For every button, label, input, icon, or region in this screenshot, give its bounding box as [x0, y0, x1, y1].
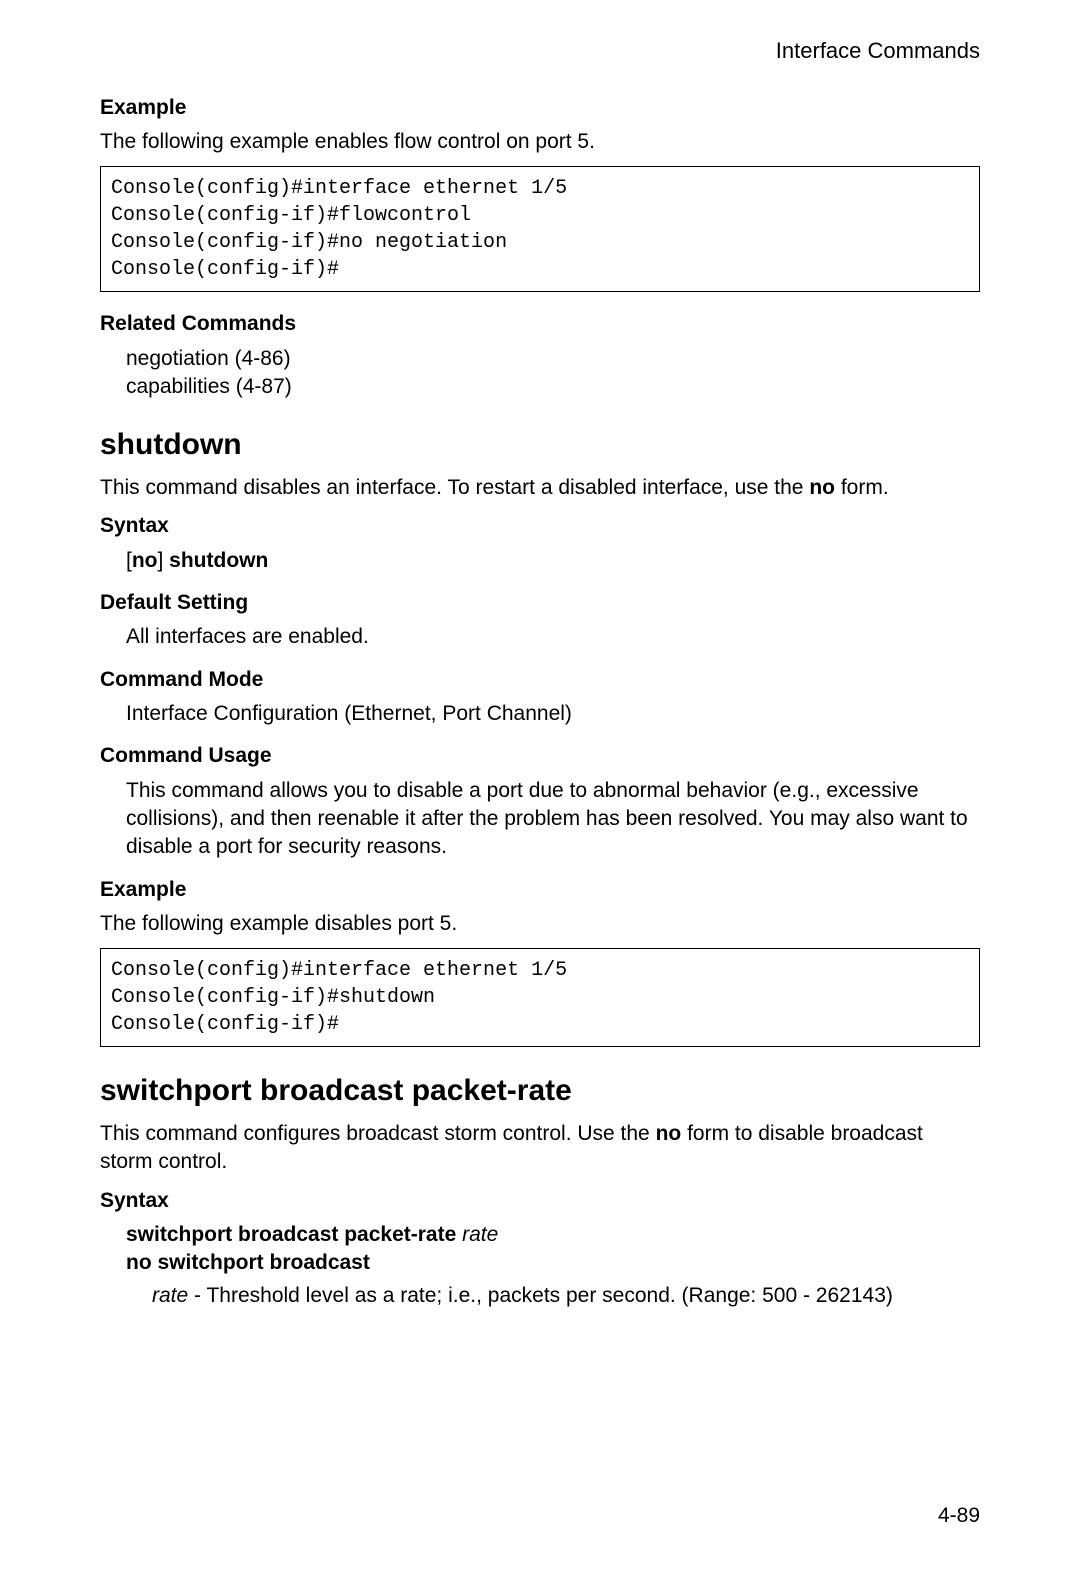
code-block-2: Console(config)#interface ethernet 1/5 C…	[100, 948, 980, 1047]
text-bold: no	[132, 549, 158, 572]
example-label-2: Example	[100, 876, 980, 904]
syntax-line-switchport-1: switchport broadcast packet-rate rate	[126, 1221, 980, 1249]
text-bold: shutdown	[169, 549, 268, 572]
related-line-2: capabilities (4-87)	[126, 373, 980, 401]
text-fragment: form.	[835, 476, 889, 499]
syntax-line-switchport-2: no switchport broadcast	[126, 1249, 980, 1277]
text-bold: no	[656, 1122, 682, 1145]
command-usage-label: Command Usage	[100, 742, 980, 770]
example-label-1: Example	[100, 94, 980, 122]
heading-switchport: switchport broadcast packet-rate	[100, 1071, 980, 1112]
example-intro-2: The following example disables port 5.	[100, 910, 980, 938]
running-header: Interface Commands	[100, 36, 980, 66]
text-bold: no	[809, 476, 835, 499]
related-line-1: negotiation (4-86)	[126, 345, 980, 373]
syntax-line-shutdown: [no] shutdown	[126, 547, 980, 575]
code-block-1: Console(config)#interface ethernet 1/5 C…	[100, 166, 980, 292]
command-mode-label: Command Mode	[100, 666, 980, 694]
param-rate: rate - Threshold level as a rate; i.e., …	[152, 1282, 980, 1310]
text-italic: rate	[462, 1223, 498, 1246]
page: Interface Commands Example The following…	[0, 0, 1080, 1570]
command-usage-text: This command allows you to disable a por…	[126, 777, 980, 862]
page-number: 4-89	[938, 1502, 980, 1530]
text-bold: no switchport broadcast	[126, 1251, 370, 1274]
text-fragment: ]	[158, 549, 170, 572]
text-italic: rate	[152, 1284, 188, 1307]
shutdown-description: This command disables an interface. To r…	[100, 474, 980, 502]
text-fragment: - Threshold level as a rate; i.e., packe…	[188, 1284, 893, 1307]
syntax-label-2: Syntax	[100, 1187, 980, 1215]
related-commands-label: Related Commands	[100, 310, 980, 338]
default-setting-label: Default Setting	[100, 589, 980, 617]
text-fragment: This command configures broadcast storm …	[100, 1122, 656, 1145]
default-setting-text: All interfaces are enabled.	[126, 623, 980, 651]
text-bold: switchport broadcast packet-rate	[126, 1223, 462, 1246]
syntax-label-1: Syntax	[100, 512, 980, 540]
switchport-description: This command configures broadcast storm …	[100, 1120, 980, 1177]
text-fragment: This command disables an interface. To r…	[100, 476, 809, 499]
command-mode-text: Interface Configuration (Ethernet, Port …	[126, 700, 980, 728]
example-intro-1: The following example enables flow contr…	[100, 128, 980, 156]
heading-shutdown: shutdown	[100, 425, 980, 466]
